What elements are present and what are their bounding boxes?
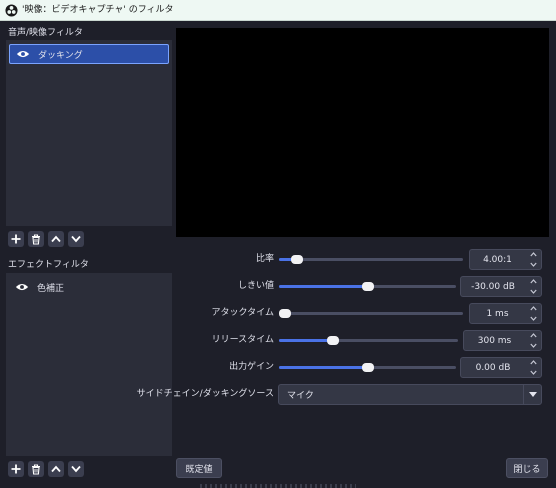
threshold-spinbox[interactable]: -30.00 dB bbox=[460, 276, 542, 297]
obs-logo-icon bbox=[5, 4, 18, 17]
chevron-down-icon bbox=[529, 343, 537, 348]
chevron-up-icon bbox=[51, 235, 61, 243]
eye-icon[interactable] bbox=[15, 282, 29, 292]
filter-item-label: ダッキング bbox=[38, 50, 83, 61]
add-filter-button[interactable] bbox=[8, 231, 24, 247]
spin-down-button[interactable] bbox=[525, 260, 541, 270]
chevron-up-icon bbox=[529, 333, 537, 338]
move-filter-down-button[interactable] bbox=[68, 461, 84, 477]
add-filter-button[interactable] bbox=[8, 461, 24, 477]
trash-icon bbox=[32, 463, 40, 475]
sidechain-label: サイドチェイン/ダッキングソース bbox=[136, 389, 274, 399]
release-spin-arrows bbox=[525, 331, 541, 350]
filter-item-ducking[interactable]: ダッキング bbox=[9, 44, 169, 64]
filter-item-label: 色補正 bbox=[37, 283, 65, 294]
resize-grip[interactable] bbox=[200, 484, 356, 488]
ratio-slider[interactable] bbox=[279, 255, 463, 264]
release-slider-fill bbox=[279, 339, 333, 342]
output-gain-label: 出力ゲイン bbox=[229, 362, 274, 372]
audio-video-filter-list[interactable]: ダッキング bbox=[6, 40, 172, 226]
output-gain-spin-arrows bbox=[525, 358, 541, 377]
ratio-spinbox[interactable]: 4.00:1 bbox=[469, 249, 542, 270]
chevron-down-icon bbox=[71, 235, 81, 243]
eye-icon[interactable] bbox=[16, 49, 30, 59]
chevron-down-icon bbox=[529, 370, 537, 375]
video-preview bbox=[176, 28, 549, 237]
release-spinbox[interactable]: 300 ms bbox=[463, 330, 542, 351]
chevron-up-icon bbox=[529, 360, 537, 365]
attack-spinbox[interactable]: 1 ms bbox=[469, 303, 542, 324]
attack-label: アタックタイム bbox=[211, 308, 274, 318]
chevron-down-icon bbox=[71, 465, 81, 473]
output-gain-value: 0.00 dB bbox=[475, 362, 511, 373]
chevron-down-icon bbox=[529, 262, 537, 267]
release-value: 300 ms bbox=[477, 335, 512, 346]
effect-filter-list[interactable]: 色補正 bbox=[6, 273, 172, 456]
threshold-slider-handle[interactable] bbox=[361, 282, 374, 291]
window-title: '映像：ビデオキャプチャ' のフィルタ bbox=[22, 5, 174, 15]
spin-up-button[interactable] bbox=[525, 331, 541, 341]
chevron-down-icon bbox=[529, 289, 537, 294]
window-titlebar: '映像：ビデオキャプチャ' のフィルタ bbox=[0, 0, 556, 21]
spin-up-button[interactable] bbox=[525, 358, 541, 368]
effect-filters-label: エフェクトフィルタ bbox=[8, 260, 89, 270]
spin-down-button[interactable] bbox=[525, 314, 541, 324]
sidechain-source-select[interactable]: マイク bbox=[278, 384, 542, 405]
output-gain-slider-fill bbox=[279, 366, 368, 369]
spin-up-button[interactable] bbox=[525, 304, 541, 314]
remove-filter-button[interactable] bbox=[28, 231, 44, 247]
move-filter-up-button[interactable] bbox=[48, 461, 64, 477]
remove-filter-button[interactable] bbox=[28, 461, 44, 477]
audio-video-filters-label: 音声/映像フィルタ bbox=[8, 28, 83, 38]
chevron-down-icon bbox=[529, 316, 537, 321]
sidechain-dropdown-arrow[interactable] bbox=[523, 385, 541, 404]
chevron-up-icon bbox=[529, 279, 537, 284]
spin-up-button[interactable] bbox=[525, 277, 541, 287]
trash-icon bbox=[32, 233, 40, 245]
output-gain-spinbox[interactable]: 0.00 dB bbox=[460, 357, 542, 378]
release-slider[interactable] bbox=[279, 336, 458, 345]
spin-up-button[interactable] bbox=[525, 250, 541, 260]
chevron-up-icon bbox=[529, 306, 537, 311]
caret-down-icon bbox=[528, 392, 537, 397]
plus-icon bbox=[11, 464, 21, 474]
ratio-slider-handle[interactable] bbox=[291, 255, 304, 264]
chevron-up-icon bbox=[51, 465, 61, 473]
sidechain-source-value: マイク bbox=[287, 391, 314, 401]
threshold-spin-arrows bbox=[525, 277, 541, 296]
output-gain-slider[interactable] bbox=[279, 363, 456, 372]
spin-down-button[interactable] bbox=[525, 368, 541, 378]
ratio-spin-arrows bbox=[525, 250, 541, 269]
spin-down-button[interactable] bbox=[525, 341, 541, 351]
attack-slider-handle[interactable] bbox=[279, 309, 291, 318]
attack-slider[interactable] bbox=[279, 309, 463, 318]
close-button[interactable]: 閉じる bbox=[506, 458, 548, 478]
attack-value: 1 ms bbox=[486, 308, 509, 319]
audio-video-filter-toolbar bbox=[8, 231, 84, 247]
effect-filter-toolbar bbox=[8, 461, 84, 477]
defaults-button[interactable]: 既定値 bbox=[176, 458, 222, 478]
release-label: リリースタイム bbox=[211, 335, 274, 345]
filter-item-color-correction[interactable]: 色補正 bbox=[9, 277, 169, 297]
release-slider-handle[interactable] bbox=[326, 336, 339, 345]
move-filter-up-button[interactable] bbox=[48, 231, 64, 247]
output-gain-slider-handle[interactable] bbox=[361, 363, 374, 372]
ratio-label: 比率 bbox=[255, 254, 274, 264]
threshold-slider[interactable] bbox=[279, 282, 456, 291]
attack-spin-arrows bbox=[525, 304, 541, 323]
move-filter-down-button[interactable] bbox=[68, 231, 84, 247]
threshold-label: しきい値 bbox=[237, 281, 274, 291]
threshold-value: -30.00 dB bbox=[471, 281, 515, 292]
ratio-value: 4.00:1 bbox=[483, 254, 512, 265]
chevron-up-icon bbox=[529, 252, 537, 257]
plus-icon bbox=[11, 234, 21, 244]
spin-down-button[interactable] bbox=[525, 287, 541, 297]
threshold-slider-fill bbox=[279, 285, 368, 288]
